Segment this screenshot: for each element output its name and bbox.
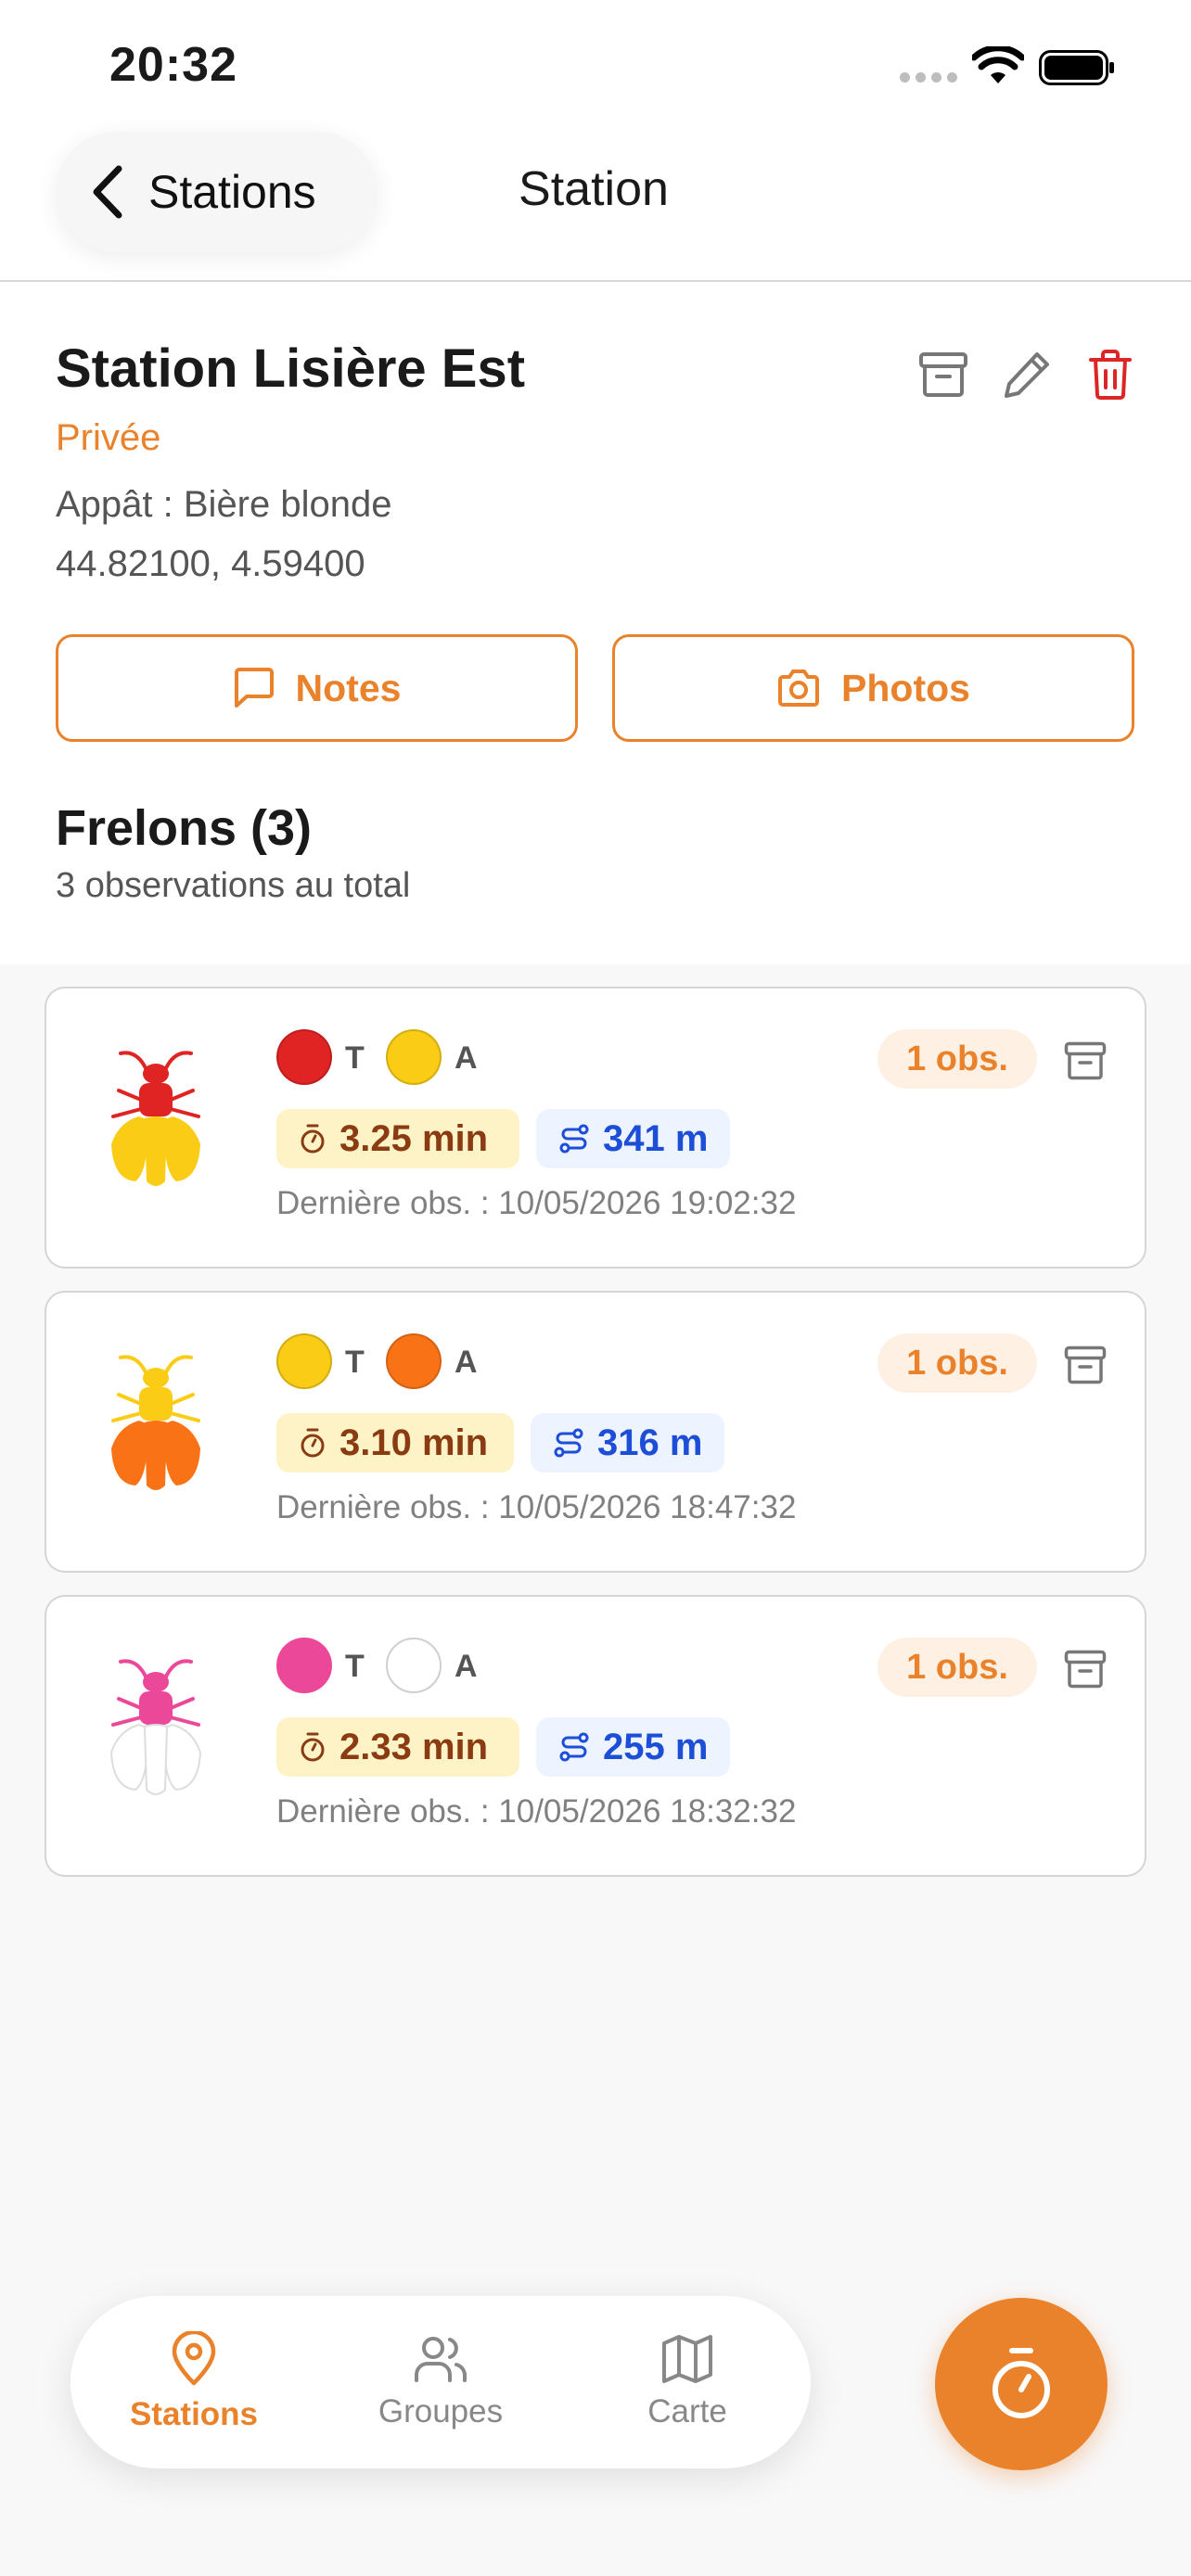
duration-value: 3.10 min [339,1422,489,1463]
notes-label: Notes [295,666,402,709]
station-bait: Appât : Bière blonde [56,484,392,525]
duration-pill: 3.10 min [276,1413,514,1473]
thorax-label: T [345,1649,365,1684]
hornet-icon [111,1051,200,1186]
distance-value: 255 m [603,1726,709,1767]
archive-station-button[interactable] [914,345,973,404]
thorax-label: T [345,1040,365,1076]
station-coords: 44.82100, 4.59400 [56,543,365,584]
wifi-icon [972,46,1024,83]
archive-icon [1064,1041,1107,1080]
route-icon [559,1124,589,1154]
station-visibility: Privée [56,417,161,458]
station-name: Station Lisière Est [56,338,526,399]
tab-bar: Stations Groupes Carte [70,2296,811,2468]
tab-groupes-label: Groupes [378,2393,504,2429]
archive-icon [919,352,967,397]
distance-value: 341 m [603,1117,709,1159]
distance-pill: 255 m [536,1717,731,1777]
map-pin-icon [172,2331,216,2386]
pencil-icon [1005,352,1049,398]
page-title: Station [519,162,669,216]
observation-count-badge: 1 obs. [877,1638,1037,1697]
timer-fab-button[interactable] [935,2298,1108,2470]
message-square-icon [234,668,274,708]
distance-pill: 341 m [536,1109,731,1168]
edit-station-button[interactable] [997,345,1057,404]
tab-carte-label: Carte [647,2393,727,2429]
abdomen-color-dot [386,1029,442,1085]
stopwatch-icon [992,2348,1050,2418]
thorax-color-dot [276,1029,332,1085]
hornet-icon [111,1355,200,1490]
duration-value: 3.25 min [339,1117,489,1159]
hornets-section-title: Frelons (3) [56,800,313,856]
tab-stations[interactable]: Stations [70,2296,317,2468]
hornet-card[interactable]: T A 2.33 min 255 m Dernière obs.: 10/05… [45,1595,1146,1877]
thorax-label: T [345,1345,365,1380]
abdomen-color-dot [386,1638,442,1693]
abdomen-label: A [455,1649,478,1684]
observation-count-badge: 1 obs. [877,1333,1037,1393]
photos-label: Photos [841,666,970,709]
photos-button[interactable]: Photos [612,634,1134,742]
archive-icon [1064,1345,1107,1384]
users-icon [415,2337,467,2382]
timer-icon [301,1428,325,1458]
battery-icon [1039,50,1114,85]
last-observation: Dernière obs. : 10/05/2026 18:47:32 [276,1489,797,1525]
notes-button[interactable]: Notes [56,634,578,742]
last-observation: Dernière obs. : 10/05/2026 18:32:32 [276,1793,797,1830]
duration-pill: 3.25 min [276,1109,519,1168]
hornet-card[interactable]: T A 3.25 min 341 m Dernière obs.: 10/05… [45,987,1146,1269]
tab-carte[interactable]: Carte [564,2296,811,2468]
delete-station-button[interactable] [1081,345,1140,404]
distance-value: 316 m [597,1422,703,1463]
last-observation: Dernière obs. : 10/05/2026 19:02:32 [276,1185,797,1221]
timer-icon [301,1732,325,1762]
timer-icon [301,1124,325,1154]
abdomen-color-dot [386,1333,442,1389]
hornet-icon [109,1659,202,1795]
tab-groupes[interactable]: Groupes [317,2296,564,2468]
status-bar: 20:32 [0,0,1191,130]
archive-icon [1064,1650,1107,1689]
abdomen-label: A [455,1040,478,1076]
map-icon [662,2335,712,2383]
archive-hornet-button[interactable] [1059,1339,1111,1391]
thorax-color-dot [276,1333,332,1389]
camera-icon [778,670,820,707]
archive-hornet-button[interactable] [1059,1035,1111,1087]
distance-pill: 316 m [531,1413,725,1473]
tab-stations-label: Stations [129,2396,259,2432]
duration-value: 2.33 min [339,1726,489,1767]
hornet-card[interactable]: T A 3.10 min 316 m Dernière obs.: 10/05… [45,1291,1146,1573]
abdomen-label: A [455,1345,478,1380]
route-icon [559,1732,589,1762]
observation-count-badge: 1 obs. [877,1029,1037,1089]
navigation-header: Stations Station [0,130,1191,282]
route-icon [554,1428,583,1458]
archive-hornet-button[interactable] [1059,1643,1111,1695]
hornets-section-subtitle: 3 observations au total [56,866,411,905]
status-time: 20:32 [109,38,237,92]
duration-pill: 2.33 min [276,1717,519,1777]
cellular-signal-icon [900,72,957,83]
thorax-color-dot [276,1638,332,1693]
trash-icon [1089,350,1132,400]
